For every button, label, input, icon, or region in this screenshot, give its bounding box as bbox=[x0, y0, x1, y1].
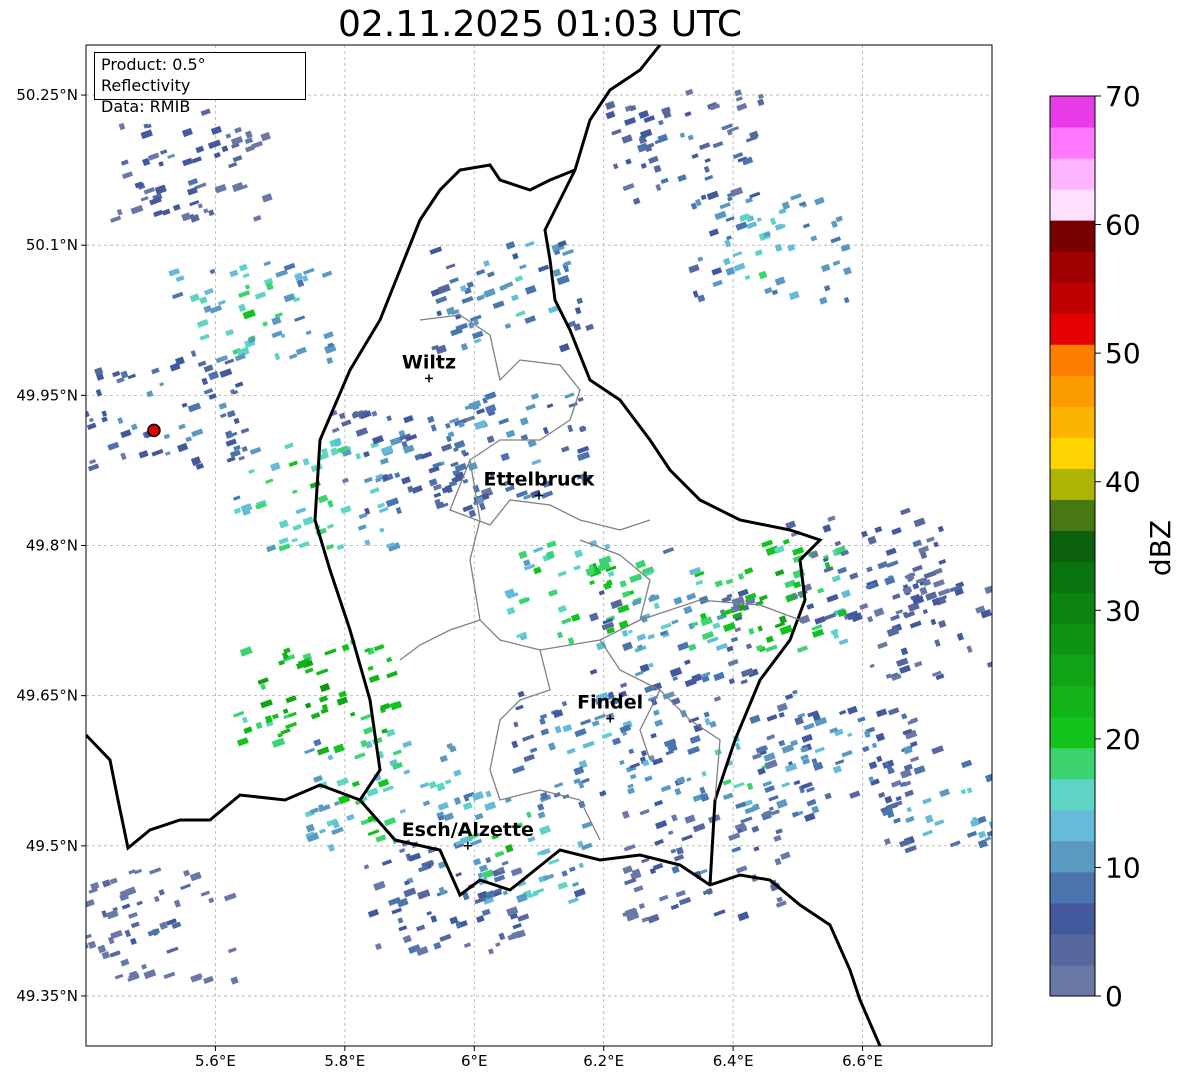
colorbar-tick-label: 40 bbox=[1105, 466, 1141, 499]
colorbar-segment bbox=[1050, 685, 1095, 718]
colorbar-segment bbox=[1050, 189, 1095, 221]
colorbar-segment bbox=[1050, 747, 1095, 780]
colorbar-segment bbox=[1050, 220, 1095, 252]
colorbar-segment bbox=[1050, 778, 1095, 811]
colorbar-segment bbox=[1050, 406, 1095, 438]
colorbar-segment bbox=[1050, 623, 1095, 656]
colorbar-segment bbox=[1050, 809, 1095, 842]
colorbar-segment bbox=[1050, 96, 1095, 128]
colorbar-segment bbox=[1050, 561, 1095, 594]
colorbar-segment bbox=[1050, 654, 1095, 687]
colorbar-segment bbox=[1050, 871, 1095, 904]
colorbar-segment bbox=[1050, 437, 1095, 469]
colorbar-segment bbox=[1050, 530, 1095, 563]
colorbar-segment bbox=[1050, 375, 1095, 407]
colorbar-segment bbox=[1050, 933, 1095, 966]
colorbar-segment bbox=[1050, 158, 1095, 190]
colorbar-segment bbox=[1050, 592, 1095, 625]
colorbar-segment bbox=[1050, 499, 1095, 531]
colorbar-segment bbox=[1050, 716, 1095, 749]
colorbar-tick-label: 70 bbox=[1105, 80, 1141, 113]
colorbar-segment bbox=[1050, 127, 1095, 159]
colorbar-segment bbox=[1050, 964, 1095, 997]
colorbar-tick-label: 20 bbox=[1105, 723, 1141, 756]
colorbar-tick-label: 50 bbox=[1105, 337, 1141, 370]
colorbar-segment bbox=[1050, 251, 1095, 283]
colorbar-segment bbox=[1050, 840, 1095, 873]
colorbar-segment bbox=[1050, 313, 1095, 345]
colorbar-label: dBZ bbox=[1144, 520, 1177, 576]
colorbar-segments bbox=[1050, 96, 1095, 997]
colorbar: 0 10 20 30 40 50 60 70 dBZ bbox=[1049, 80, 1177, 1013]
colorbar-segment bbox=[1050, 902, 1095, 935]
colorbar-tick-label: 10 bbox=[1105, 851, 1141, 884]
colorbar-tick-label: 30 bbox=[1105, 594, 1141, 627]
colorbar-segment bbox=[1050, 344, 1095, 376]
colorbar-ticks: 0 10 20 30 40 50 60 70 bbox=[1095, 80, 1141, 1013]
colorbar-tick-label: 60 bbox=[1105, 209, 1141, 242]
colorbar-tick-label: 0 bbox=[1105, 980, 1123, 1013]
colorbar-segment bbox=[1050, 468, 1095, 500]
colorbar-segment bbox=[1050, 282, 1095, 314]
